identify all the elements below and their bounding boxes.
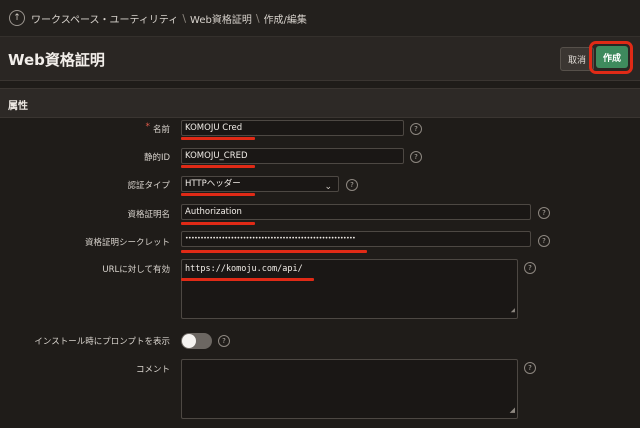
breadcrumb-separator: \ [255, 11, 260, 25]
prompt-on-install-label: インストール時にプロンプトを表示 [34, 337, 170, 347]
chevron-down-icon: ⌄ [324, 182, 332, 192]
valid-urls-label: URLに対して有効 [102, 265, 170, 275]
comment-textarea[interactable]: ◢ [181, 359, 518, 419]
name-label: * 名前 [145, 122, 170, 135]
breadcrumb: ↑ ワークスペース・ユーティリティ \ Web資格証明 \ 作成/編集 [0, 0, 640, 37]
arrow-up-icon[interactable]: ↑ [9, 10, 25, 26]
credential-secret-field[interactable]: ••••••••••••••••••••••••••••••••••••••••… [181, 231, 531, 247]
annotation-underline [181, 165, 255, 168]
breadcrumb-separator: \ [182, 11, 187, 25]
help-icon[interactable]: ? [218, 335, 230, 347]
static-id-field[interactable]: KOMOJU_CRED [181, 148, 404, 164]
page-title: Web資格証明 [8, 51, 105, 69]
valid-urls-value: https://komoju.com/api/ [185, 264, 303, 274]
help-icon[interactable]: ? [410, 151, 422, 163]
valid-urls-textarea[interactable]: https://komoju.com/api/ ◢ [181, 259, 518, 319]
prompt-on-install-toggle[interactable] [181, 333, 212, 349]
region-title: 属性 [8, 101, 28, 112]
annotation-underline [181, 193, 255, 196]
auth-type-select[interactable]: HTTPヘッダー ⌄ [181, 176, 339, 192]
toggle-knob [182, 334, 196, 348]
breadcrumb-item-workspace-utilities[interactable]: ワークスペース・ユーティリティ [31, 11, 178, 26]
help-icon[interactable]: ? [410, 123, 422, 135]
breadcrumb-item-create-edit: 作成/編集 [263, 14, 307, 26]
annotation-underline [181, 278, 314, 281]
name-field[interactable]: KOMOJU Cred [181, 120, 404, 136]
credential-name-label: 資格証明名 [127, 210, 170, 220]
resize-handle-icon[interactable]: ◢ [511, 303, 515, 317]
help-icon[interactable]: ? [538, 235, 550, 247]
help-icon[interactable]: ? [538, 207, 550, 219]
help-icon[interactable]: ? [346, 179, 358, 191]
help-icon[interactable]: ? [524, 262, 536, 274]
annotation-underline [181, 137, 255, 140]
breadcrumb-item-web-credentials[interactable]: Web資格証明 [190, 11, 252, 26]
help-icon[interactable]: ? [524, 362, 536, 374]
attributes-region-header: 属性 [0, 88, 640, 118]
comment-label: コメント [135, 365, 170, 375]
annotation-underline [181, 250, 367, 253]
annotation-highlight-box [589, 41, 633, 74]
auth-type-value: HTTPヘッダー [185, 179, 241, 189]
auth-type-label: 認証タイプ [127, 181, 170, 191]
annotation-underline [181, 222, 255, 225]
resize-handle-icon[interactable]: ◢ [510, 403, 515, 417]
credential-secret-label: 資格証明シークレット [84, 238, 170, 248]
credential-name-field[interactable]: Authorization [181, 204, 531, 220]
static-id-label: 静的ID [143, 153, 170, 163]
required-asterisk-icon: * [145, 122, 150, 132]
page-header: Web資格証明 [0, 37, 640, 81]
